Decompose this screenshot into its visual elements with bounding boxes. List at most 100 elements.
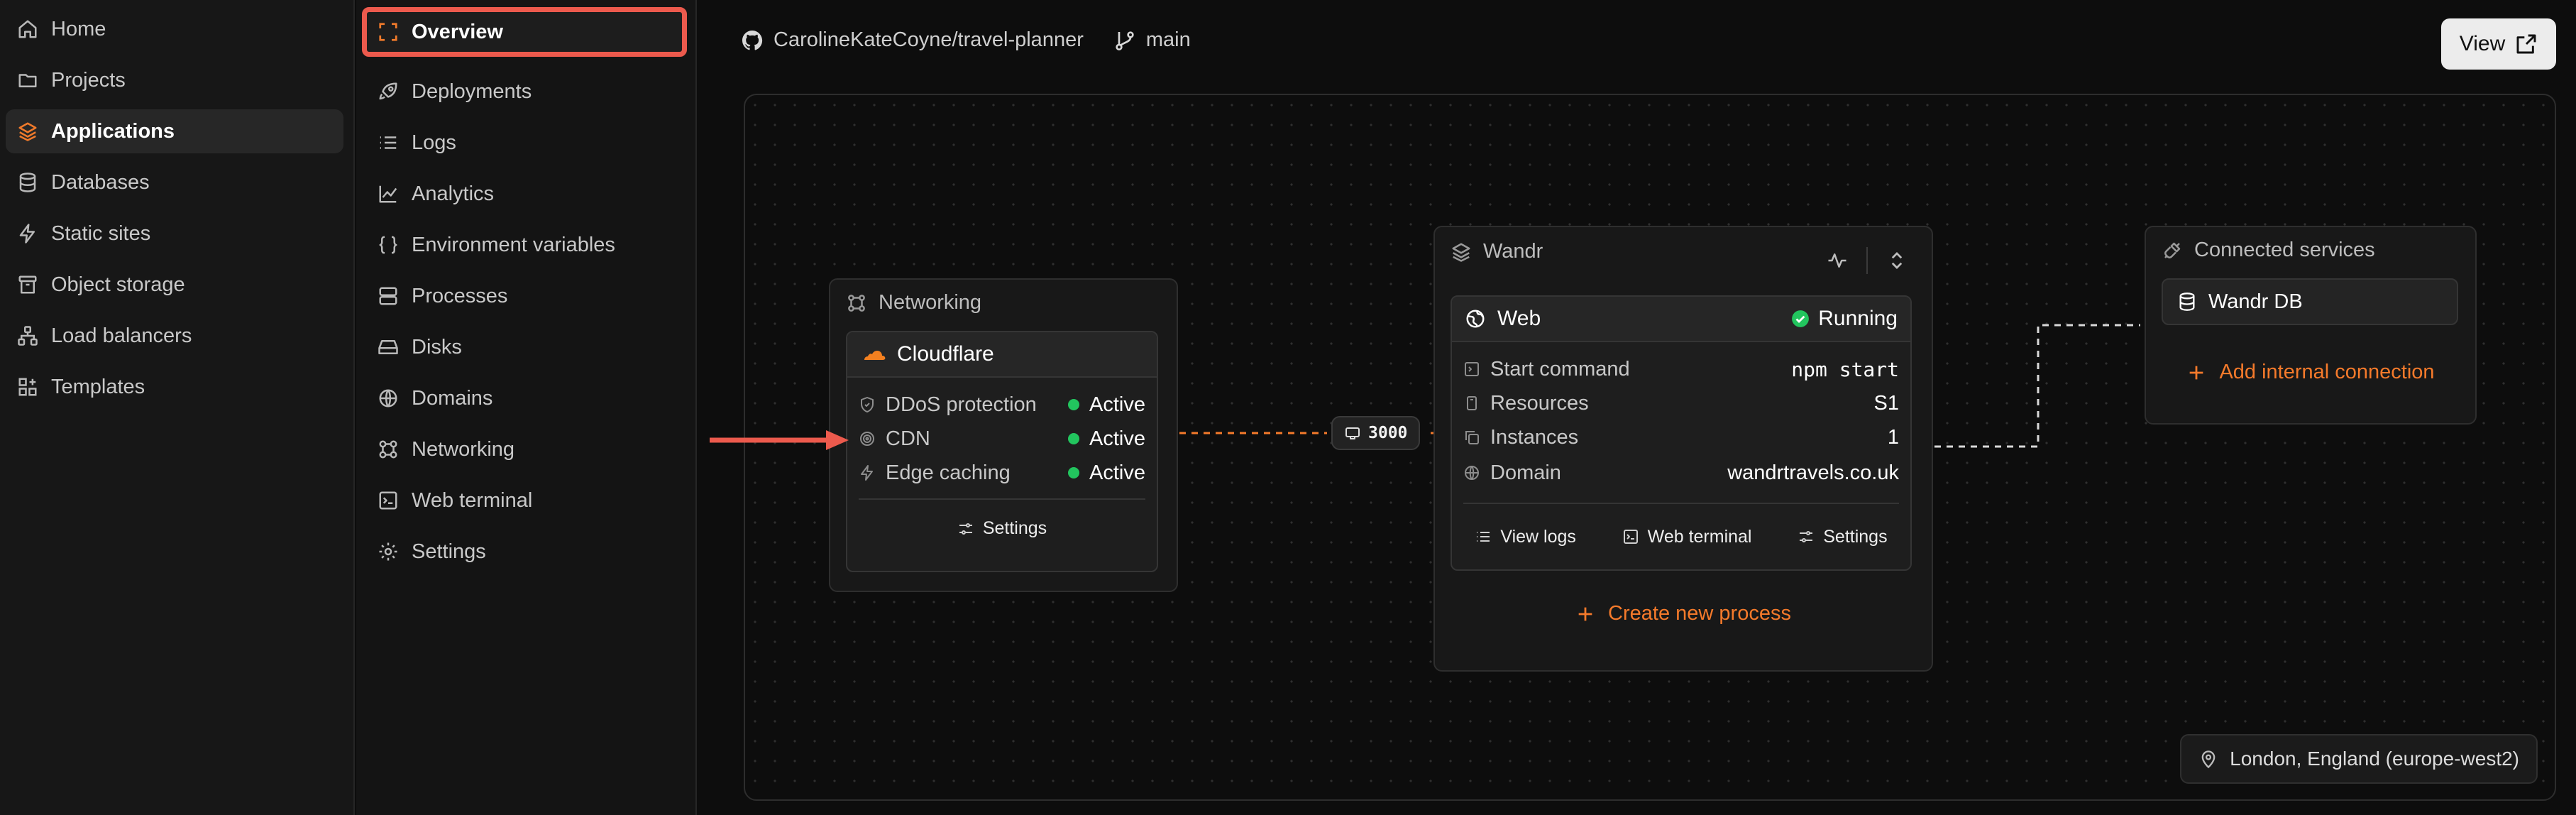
status-dot — [1068, 467, 1080, 478]
row-label: DDoS protection — [886, 393, 1037, 416]
network-icon — [848, 294, 865, 312]
disk-icon — [378, 340, 398, 354]
port-icon — [1345, 427, 1360, 439]
networking-card-title: Networking — [846, 291, 981, 314]
plus-icon — [2190, 366, 2203, 379]
process-row-resources: Resources S1 — [1463, 388, 1899, 419]
rocket-icon — [379, 82, 397, 100]
subnav-item-deployments[interactable]: Deployments — [365, 70, 684, 114]
sidebar-item-load-balancers[interactable]: Load balancers — [6, 314, 343, 358]
process-status: Running — [1791, 307, 1898, 331]
networking-title: Networking — [879, 291, 982, 314]
process-name: Web — [1497, 307, 1541, 330]
region-badge: London, England (europe-west2) — [2180, 734, 2538, 784]
subnav-item-overview[interactable]: Overview — [362, 7, 687, 57]
db-name: Wandr DB — [2208, 290, 2303, 313]
main-content: CarolineKateCoyne/travel-planner main Vi… — [698, 0, 2576, 815]
main-sidebar: Home Projects Applications Databases Sta… — [0, 0, 355, 815]
sidebar-item-label: Object storage — [51, 273, 185, 296]
port-badge[interactable]: 3000 — [1331, 416, 1421, 450]
settings-label: Settings — [982, 518, 1047, 538]
row-value[interactable]: wandrtravels.co.uk — [1727, 461, 1899, 485]
row-value: S1 — [1873, 391, 1899, 415]
list-icon — [380, 136, 397, 149]
security-row-cdn: CDN Active — [859, 423, 1145, 454]
subnav-item-label: Processes — [412, 284, 508, 307]
networking-settings-button[interactable]: Settings — [847, 518, 1157, 539]
add-connection-label: Add internal connection — [2219, 361, 2435, 383]
braces-icon — [379, 236, 397, 254]
repo-name[interactable]: CarolineKateCoyne/travel-planner — [774, 28, 1084, 52]
process-row-instances: Instances 1 — [1463, 422, 1899, 453]
security-row-ddos: DDoS protection Active — [859, 389, 1145, 420]
terminal-icon — [379, 491, 397, 510]
sidebar-item-label: Projects — [51, 68, 126, 92]
globe-icon — [379, 389, 397, 408]
status-text: Active — [1089, 393, 1145, 416]
sidebar-item-databases[interactable]: Databases — [6, 160, 343, 204]
header-divider — [1866, 247, 1868, 274]
activity-icon[interactable] — [1827, 250, 1848, 271]
subnav-item-processes[interactable]: Processes — [365, 274, 684, 318]
app-title: Wandr — [1483, 240, 1543, 263]
service-canvas: 3000 Networking Cloudflare DDoS protecti… — [744, 94, 2556, 801]
subnav-item-label: Domains — [412, 386, 493, 410]
subnav-item-label: Deployments — [412, 80, 532, 103]
cloudflare-label: Cloudflare — [897, 342, 994, 366]
row-label: Start command — [1490, 357, 1630, 381]
view-logs-button[interactable]: View logs — [1475, 527, 1576, 547]
sidebar-item-label: Databases — [51, 170, 150, 194]
bolt-icon — [19, 224, 35, 244]
divider — [859, 498, 1145, 500]
subnav-item-settings[interactable]: Settings — [365, 530, 684, 574]
github-icon — [742, 30, 763, 50]
subnav-item-web-terminal[interactable]: Web terminal — [365, 478, 684, 523]
sidebar-item-templates[interactable]: Templates — [6, 365, 343, 409]
status-dot — [1068, 399, 1080, 410]
divider — [1463, 503, 1899, 504]
globe-icon — [1466, 310, 1485, 328]
row-label: CDN — [886, 427, 930, 450]
sidebar-item-projects[interactable]: Projects — [6, 58, 343, 102]
connected-db-item[interactable]: Wandr DB — [2162, 278, 2458, 325]
sidebar-item-static-sites[interactable]: Static sites — [6, 212, 343, 256]
subnav-item-disks[interactable]: Disks — [365, 325, 684, 369]
process-row-domain: Domain wandrtravels.co.uk — [1463, 457, 1899, 488]
create-process-button[interactable]: Create new process — [1435, 602, 1932, 625]
subnav-item-environment-variables[interactable]: Environment variables — [365, 223, 684, 267]
subnav-item-label: Analytics — [412, 182, 495, 205]
add-internal-connection-button[interactable]: Add internal connection — [2146, 361, 2475, 384]
sidebar-item-label: Load balancers — [51, 324, 192, 347]
terminal-icon — [1465, 362, 1479, 376]
database-icon — [2179, 292, 2195, 311]
expand-collapse-icon[interactable] — [1886, 250, 1908, 271]
port-value: 3000 — [1368, 424, 1408, 442]
shield-icon — [861, 397, 874, 412]
cloudflare-panel[interactable]: Cloudflare DDoS protection Active CDN Ac… — [846, 331, 1158, 572]
list-icon — [1477, 532, 1490, 542]
sidebar-item-home[interactable]: Home — [6, 7, 343, 51]
web-terminal-label: Web terminal — [1647, 526, 1752, 547]
row-label: Edge caching — [886, 461, 1011, 484]
subnav-item-label: Overview — [412, 20, 503, 43]
bolt-icon — [861, 465, 873, 481]
subnav-item-label: Logs — [412, 131, 456, 154]
sidebar-item-label: Templates — [51, 375, 145, 398]
subnav-item-logs[interactable]: Logs — [365, 121, 684, 165]
connected-services-title: Connected services — [2162, 239, 2375, 262]
sidebar-item-label: Static sites — [51, 221, 151, 245]
sidebar-item-object-storage[interactable]: Object storage — [6, 263, 343, 307]
subnav-item-domains[interactable]: Domains — [365, 376, 684, 420]
process-panel-web[interactable]: Web Running Start command npm start Reso… — [1451, 295, 1912, 571]
subnav-item-analytics[interactable]: Analytics — [365, 172, 684, 216]
gear-icon — [379, 542, 397, 561]
folder-icon — [18, 74, 37, 87]
web-terminal-button[interactable]: Web terminal — [1622, 527, 1752, 547]
subnav-item-networking[interactable]: Networking — [365, 427, 684, 471]
branch-name[interactable]: main — [1146, 28, 1191, 52]
process-settings-button[interactable]: Settings — [1798, 527, 1888, 547]
external-link-icon — [2516, 34, 2536, 54]
layers-icon — [18, 122, 37, 141]
sidebar-item-applications[interactable]: Applications — [6, 109, 343, 153]
view-button[interactable]: View — [2441, 18, 2556, 70]
